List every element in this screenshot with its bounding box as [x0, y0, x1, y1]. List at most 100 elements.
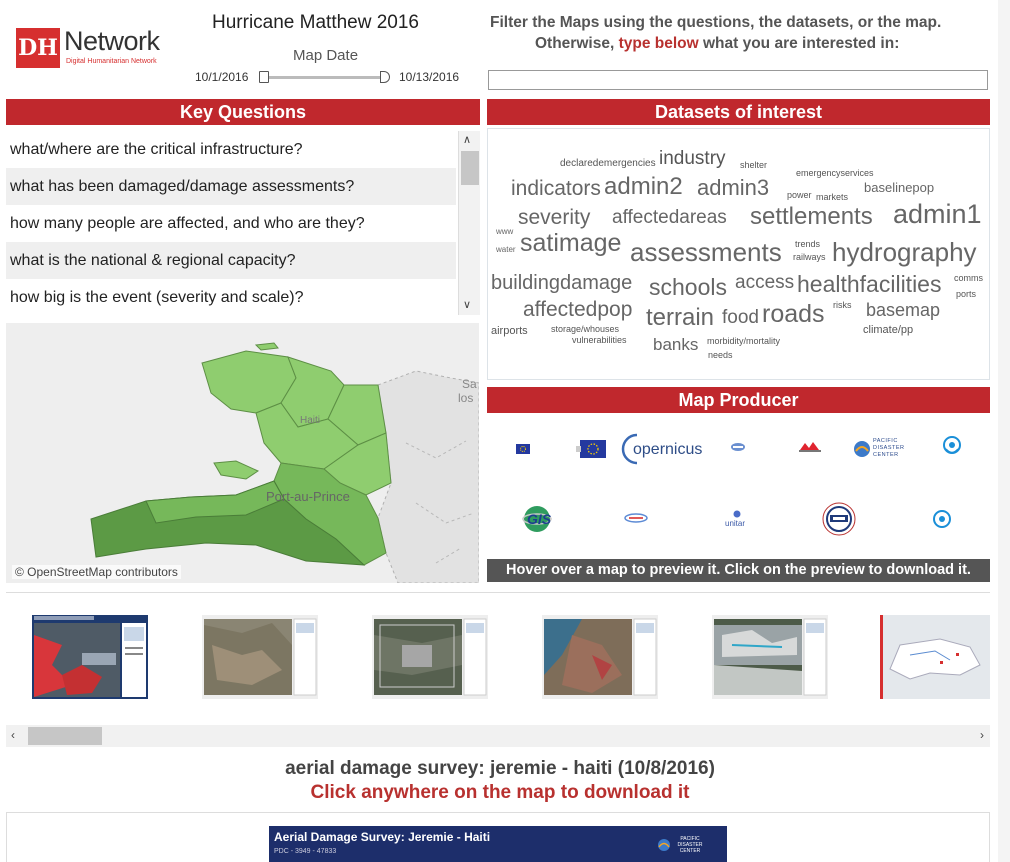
dataset-word[interactable]: affectedpop [523, 299, 632, 320]
scrollbar-thumb[interactable] [28, 727, 102, 745]
dataset-word[interactable]: climate/pp [863, 325, 913, 336]
date-slider-track[interactable] [262, 76, 386, 79]
date-end: 10/13/2016 [399, 70, 460, 84]
dataset-word[interactable]: railways [793, 253, 826, 262]
dataset-word[interactable]: shelter [740, 161, 767, 170]
filter-post: what you are interested in: [702, 35, 900, 52]
eu-flag-small-logo[interactable] [513, 442, 533, 456]
dataset-word[interactable]: baselinepop [864, 181, 934, 194]
scroll-left-icon[interactable]: ‹ [11, 728, 15, 742]
dataset-word[interactable]: industry [659, 149, 726, 168]
preview-logo-text: PACIFIC DISASTER CENTER [677, 836, 703, 854]
key-question-item[interactable]: how big is the event (severity and scale… [6, 279, 456, 316]
key-question-item[interactable]: how many people are affected, and who ar… [6, 205, 456, 242]
dataset-word[interactable]: www [496, 228, 513, 236]
dataset-word[interactable]: ports [956, 290, 976, 299]
dh-logo-mark: DH [16, 28, 60, 68]
dataset-word[interactable]: admin2 [604, 175, 683, 199]
preview-title: Aerial Damage Survey: Jeremie - Haiti [274, 830, 491, 844]
thumb-jeremie-aerial[interactable] [32, 615, 148, 699]
date-slider-end-handle[interactable] [380, 71, 390, 83]
map-canvas[interactable] [6, 323, 479, 583]
dataset-word[interactable]: roads [762, 302, 825, 327]
dataset-word[interactable]: storage/whouses [551, 325, 619, 334]
dataset-word[interactable]: satimage [520, 231, 621, 256]
map-preview[interactable]: Aerial Damage Survey: Jeremie - Haiti PD… [6, 812, 990, 862]
dataset-word[interactable]: admin1 [893, 201, 982, 228]
thumb-coast[interactable] [542, 615, 658, 699]
msf-logo[interactable] [795, 438, 825, 456]
preview-banner[interactable]: Aerial Damage Survey: Jeremie - Haiti PD… [269, 826, 727, 862]
copernicus-text: opernicus [633, 441, 703, 458]
gis-logo[interactable]: GIS [517, 502, 557, 536]
key-question-item[interactable]: what has been damaged/damage assessments… [6, 168, 456, 205]
copernicus-logo[interactable]: opernicus [619, 430, 711, 468]
pdc-text: PACIFIC DISASTER CENTER [873, 438, 905, 458]
dataset-word[interactable]: vulnerabilities [572, 336, 627, 345]
dataset-word[interactable]: power [787, 191, 812, 200]
pacific-disaster-center-logo[interactable]: PACIFIC DISASTER CENTER [851, 432, 913, 466]
logo-name: Network [64, 26, 160, 56]
dataset-word[interactable]: morbidity/mortality [707, 337, 780, 346]
dataset-word[interactable]: needs [708, 351, 733, 360]
wfp-2-logo[interactable] [931, 508, 953, 530]
dataset-word[interactable]: affectedareas [612, 208, 727, 227]
unosat-small-logo[interactable] [729, 440, 747, 454]
dataset-word[interactable]: schools [649, 276, 727, 299]
key-questions-list: what/where are the critical infrastructu… [6, 131, 480, 317]
thumb-cloud-satellite[interactable] [712, 615, 828, 699]
dataset-word[interactable]: emergencyservices [796, 169, 874, 178]
haiti-map[interactable]: Haiti Port-au-Prince Sa los © OpenStreet… [6, 323, 479, 583]
dataset-word[interactable]: buildingdamage [491, 273, 632, 293]
eu-flag-logo[interactable] [575, 436, 611, 462]
date-start: 10/1/2016 [195, 70, 249, 84]
thumbnails-scrollbar[interactable]: ‹ › [6, 725, 990, 747]
thumb-satellite-2[interactable] [372, 615, 488, 699]
map-producer-header: Map Producer [487, 387, 990, 413]
mapaction-small-logo[interactable] [623, 512, 649, 524]
unitar-logo[interactable]: unitar [723, 510, 751, 528]
thumb-satellite-1[interactable] [202, 615, 318, 699]
datasets-word-cloud: declaredemergencies industry shelter emerge… [487, 128, 990, 380]
dataset-word[interactable]: severity [518, 207, 590, 228]
logo-tagline: Digital Humanitarian Network [66, 58, 157, 65]
dataset-word[interactable]: comms [954, 274, 983, 283]
download-link[interactable]: Click anywhere on the map to download it [0, 782, 1000, 804]
dataset-word[interactable]: airports [491, 326, 528, 337]
dataset-word[interactable]: access [735, 273, 794, 292]
preview-subtitle: PDC - 3949 - 47833 [274, 848, 337, 855]
dataset-word[interactable]: trends [795, 240, 820, 249]
map-label-edge-1: Sa [462, 377, 477, 391]
scroll-right-icon[interactable]: › [980, 728, 984, 742]
dataset-word[interactable]: risks [833, 301, 852, 310]
thumb-haiti-map[interactable] [880, 615, 990, 699]
search-input[interactable] [488, 70, 988, 90]
dataset-word[interactable]: assessments [630, 239, 782, 265]
scrollbar-thumb[interactable] [461, 151, 479, 185]
dataset-word[interactable]: food [722, 308, 759, 327]
dataset-word[interactable]: healthfacilities [797, 273, 941, 296]
key-questions-scrollbar[interactable]: ∧ ∨ [458, 131, 480, 315]
map-label-edge-2: los [458, 391, 474, 405]
wfp-logo[interactable] [939, 432, 965, 462]
dataset-word[interactable]: terrain [646, 306, 714, 330]
date-slider-start-handle[interactable] [259, 71, 269, 83]
filter-instructions: Filter the Maps using the questions, the… [490, 14, 942, 31]
dataset-word[interactable]: settlements [750, 205, 873, 229]
dataset-word[interactable]: admin3 [697, 177, 769, 199]
dataset-word[interactable]: declaredemergencies [560, 159, 656, 169]
dataset-word[interactable]: indicators [511, 178, 601, 199]
filter-pre: Otherwise, [535, 35, 615, 52]
usaid-logo[interactable] [821, 502, 857, 536]
dataset-word[interactable]: water [496, 246, 516, 254]
dataset-word[interactable]: hydrography [832, 239, 977, 265]
dataset-word[interactable]: markets [816, 193, 848, 202]
page-scrollbar[interactable] [998, 0, 1010, 862]
filter-highlight: type below [618, 35, 699, 52]
dataset-word[interactable]: basemap [866, 301, 940, 319]
key-question-item[interactable]: what/where are the critical infrastructu… [6, 131, 456, 168]
scroll-down-icon[interactable]: ∨ [463, 298, 471, 311]
dataset-word[interactable]: banks [653, 336, 698, 353]
key-question-item[interactable]: what is the national & regional capacity… [6, 242, 456, 279]
scroll-up-icon[interactable]: ∧ [463, 133, 471, 146]
